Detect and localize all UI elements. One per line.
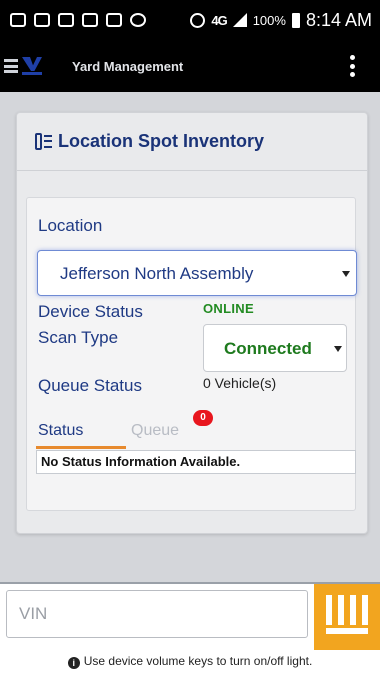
status-tabs: Status Queue 0	[27, 410, 357, 450]
barcode-icon	[326, 595, 368, 639]
scan-barcode-button[interactable]	[314, 584, 380, 650]
cloud-icon	[130, 13, 146, 27]
info-icon: i	[67, 657, 80, 669]
app-header: Yard Management	[0, 40, 380, 92]
device-status-value: ONLINE	[203, 301, 254, 316]
inventory-panel: Location Spot Inventory Location Jeffers…	[16, 112, 368, 534]
queue-status-value: 0 Vehicle(s)	[203, 375, 277, 391]
queue-status-label: Queue Status	[38, 376, 142, 395]
message-icon	[10, 13, 26, 27]
clock: 8:14 AM	[305, 9, 372, 30]
app-title: Yard Management	[72, 58, 184, 74]
device-status-label: Device Status	[38, 302, 143, 321]
more-vert-icon[interactable]	[350, 55, 356, 77]
light-hint: i Use device volume keys to turn on/off l…	[0, 654, 380, 669]
gallery-icon	[82, 13, 98, 27]
scan-type-label: Scan Type	[38, 328, 119, 347]
scan-type-value: Connected	[224, 339, 312, 358]
notification-icon	[34, 13, 50, 27]
chevron-down-icon	[334, 346, 342, 352]
queue-count-badge: 0	[193, 410, 213, 426]
battery-percent: 100%	[252, 12, 286, 28]
hamburger-icon[interactable]	[4, 57, 18, 75]
form-card: Location Jefferson North Assembly Device…	[26, 197, 357, 511]
tab-queue[interactable]: Queue	[131, 422, 179, 440]
missed-call-icon	[58, 13, 74, 27]
battery-icon	[291, 12, 300, 28]
panel-header: Location Spot Inventory	[17, 113, 367, 171]
chevron-down-icon	[342, 271, 350, 277]
system-status-bar: 4G 100% 8:14 AM	[0, 0, 380, 40]
location-label: Location	[38, 216, 103, 235]
status-message: No Status Information Available.	[36, 450, 356, 474]
panel-title: Location Spot Inventory	[58, 131, 265, 151]
notification-icons	[10, 13, 146, 27]
main-content: Location Spot Inventory Location Jeffers…	[0, 92, 380, 582]
alarm-icon	[190, 12, 206, 28]
network-type: 4G	[211, 12, 227, 28]
hint-text: Use device volume keys to turn on/off li…	[83, 654, 313, 668]
scan-type-select[interactable]: Connected	[203, 324, 347, 372]
vin-input[interactable]	[6, 590, 308, 638]
tab-status[interactable]: Status	[38, 422, 83, 440]
location-value: Jefferson North Assembly	[60, 264, 254, 283]
location-select[interactable]: Jefferson North Assembly	[37, 250, 357, 296]
logo-icon	[22, 57, 42, 75]
active-tab-indicator	[36, 446, 126, 449]
scan-footer: iUse device volume keys to turn on/off l…	[0, 582, 380, 675]
inventory-icon	[35, 133, 52, 150]
signal-icon	[232, 13, 247, 27]
calendar-icon	[106, 13, 122, 27]
